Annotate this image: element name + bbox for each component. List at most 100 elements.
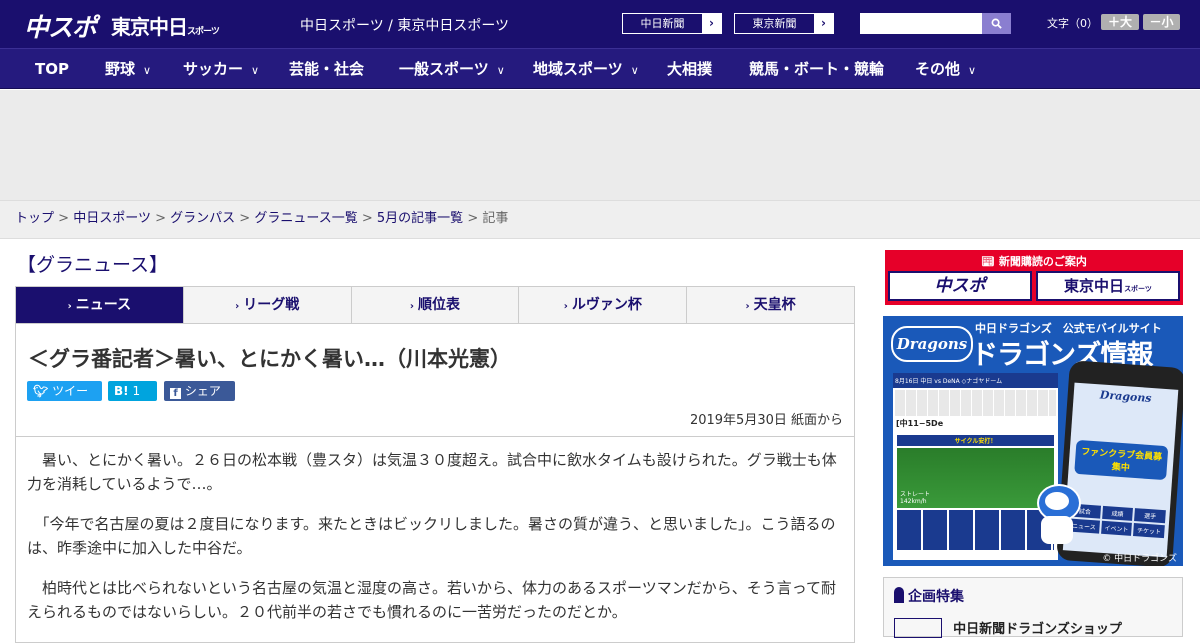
tab-news[interactable]: › ニュース	[16, 287, 183, 323]
nav-item-label: 一般スポーツ	[399, 60, 489, 78]
subscribe-tokyo-chunichi[interactable]: 東京中日スポーツ	[1036, 271, 1180, 301]
breadcrumb-link-grampus[interactable]: グランパス	[170, 211, 235, 226]
tokyo-chunichi-logo-text: 東京中日	[111, 15, 188, 39]
font-smaller-button[interactable]: －小	[1143, 14, 1180, 30]
nav-item-label: TOP	[35, 60, 69, 78]
inning-grid	[895, 390, 1056, 416]
hatena-count: 1	[132, 384, 141, 398]
search-input[interactable]	[860, 13, 982, 34]
nav-item-other[interactable]: その他 ∨	[915, 49, 976, 89]
subscription-heading-text: 新聞購読のご案内	[998, 255, 1087, 268]
facebook-share-count: 0	[170, 404, 178, 418]
nav-item-soccer[interactable]: サッカー ∨	[183, 49, 259, 89]
tab-league[interactable]: › リーグ戦	[182, 287, 351, 323]
tab-label: ニュース	[75, 297, 132, 313]
tokyo-shimbun-link[interactable]: 東京新聞 ›	[734, 13, 834, 34]
tab-label: ルヴァン杯	[571, 297, 642, 313]
article-date: 2019年5月30日 紙面から	[689, 413, 843, 428]
breadcrumb-link-chunichi-sports[interactable]: 中日スポーツ	[73, 211, 151, 226]
subscribe-tokyo-chunichi-text: 東京中日	[1064, 277, 1125, 295]
tab-label: 順位表	[418, 297, 461, 313]
site-names: 中日スポーツ / 東京中日スポーツ	[300, 18, 510, 34]
section-tabs: › ニュース › リーグ戦 › 順位表 › ルヴァン杯 › 天皇杯	[15, 286, 855, 324]
phone-menu-item: 選手	[1134, 508, 1166, 524]
dragons-mobile-ad[interactable]: Dragons 中日ドラゴンズ 公式モバイルサイト ドラゴンズ情報 8月16日 …	[883, 316, 1183, 566]
nav-item-regional-sports[interactable]: 地域スポーツ ∨	[533, 49, 639, 89]
chunichi-shimbun-label: 中日新聞	[640, 17, 685, 30]
breadcrumb-link-may-articles[interactable]: 5月の記事一覧	[377, 211, 463, 226]
nav-item-label: サッカー	[183, 60, 244, 78]
nav-item-sumo[interactable]: 大相撲	[667, 49, 712, 89]
nav-item-label: 競馬・ボート・競輪	[749, 60, 885, 78]
hatena-bookmark-button[interactable]: B! 1	[108, 381, 157, 401]
phone-dragons-logo: Dragons	[1099, 388, 1152, 405]
chevron-down-icon: ∨	[496, 64, 505, 77]
breadcrumb: トップ > 中日スポーツ > グランパス > グラニュース一覧 > 5月の記事一…	[0, 200, 1200, 239]
breadcrumb-separator: >	[361, 211, 373, 226]
nav-item-label: 地域スポーツ	[533, 60, 623, 78]
fanclub-banner: ファンクラブ会員募集中	[1074, 439, 1169, 481]
ribbon-icon	[894, 587, 904, 603]
twitter-icon: 🐦︎	[33, 384, 49, 398]
breadcrumb-link-top[interactable]: トップ	[15, 211, 54, 226]
chunichi-sports-logo[interactable]: 中スポ	[24, 8, 97, 44]
font-size-label: 文字（0）	[1047, 17, 1098, 30]
article-paragraph: 「今年で名古屋の夏は２度目になります。来たときはビックリしました。暑さの質が違う…	[27, 515, 836, 557]
game-info: 8月16日 中日 vs DeNA ◇ナゴヤドーム	[893, 373, 1058, 388]
tab-emperors-cup[interactable]: › 天皇杯	[686, 287, 854, 323]
dragons-copyright: © 中日ドラゴンズ	[1102, 554, 1177, 564]
tweet-button[interactable]: 🐦︎ ツイート	[27, 381, 102, 418]
cycle-hit-banner: サイクル安打！	[897, 435, 1054, 446]
pitch-type: ストレート	[900, 491, 931, 498]
font-larger-button[interactable]: ＋大	[1101, 14, 1139, 30]
tokyo-chunichi-logo-suffix: スポーツ	[187, 27, 220, 37]
nav-item-baseball[interactable]: 野球 ∨	[105, 49, 151, 89]
top-header: 中スポ 東京中日スポーツ 中日スポーツ / 東京中日スポーツ 中日新聞 › 東京…	[0, 0, 1200, 48]
chevron-right-icon: ›	[563, 301, 568, 312]
subscription-banner[interactable]: 📰︎ 新聞購読のご案内 中スポ 東京中日スポーツ	[885, 250, 1183, 305]
nav-item-label: 野球	[105, 60, 136, 78]
nav-item-label: その他	[915, 60, 961, 78]
tab-standings[interactable]: › 順位表	[350, 287, 519, 323]
score-line: [中11−5De	[896, 418, 1055, 429]
phone-menu-item: イベント	[1100, 520, 1133, 536]
search-button[interactable]	[982, 13, 1011, 34]
section-title: 【グラニュース】	[17, 254, 169, 276]
hatena-icon: B!	[114, 384, 129, 398]
nav-item-top[interactable]: TOP	[35, 49, 69, 89]
tab-levain-cup[interactable]: › ルヴァン杯	[518, 287, 686, 323]
subscribe-tokyo-chunichi-suffix: スポーツ	[1124, 285, 1152, 293]
tab-label: 天皇杯	[753, 297, 796, 313]
chevron-right-icon: ›	[745, 301, 750, 312]
tokyo-shimbun-label: 東京新聞	[752, 17, 797, 30]
main-nav: TOP 野球 ∨ サッカー ∨ 芸能・社会 一般スポーツ ∨ 地域スポーツ ∨ 大相撲 …	[0, 48, 1200, 89]
breadcrumb-separator: >	[467, 211, 479, 226]
phone-menu-item: チケット	[1133, 523, 1165, 539]
chevron-right-icon: ›	[235, 301, 240, 312]
chevron-down-icon: ∨	[251, 64, 260, 77]
article-paragraph: 暑い、とにかく暑い。２６日の松本戦（豊スタ）は気温３０度超え。試合中に飲水タイム…	[27, 451, 837, 493]
breadcrumb-link-news-list[interactable]: グラニュース一覧	[254, 211, 357, 226]
planning-item[interactable]: 中日新聞ドラゴンズショップ	[894, 618, 1174, 638]
pitch-speed: 142km/h	[900, 498, 927, 505]
article: ＜グラ番記者＞暑い、とにかく暑い…（川本光憲） 🐦︎ ツイート B! 1 f シ…	[15, 323, 855, 643]
chevron-right-icon: ›	[702, 14, 721, 33]
ad-banner-area	[0, 90, 1200, 200]
chunichi-shimbun-link[interactable]: 中日新聞 ›	[622, 13, 722, 34]
nav-item-general-sports[interactable]: 一般スポーツ ∨	[399, 49, 505, 89]
chevron-down-icon: ∨	[143, 64, 152, 77]
subscribe-chunichi-sports[interactable]: 中スポ	[888, 271, 1032, 301]
article-headline: ＜グラ番記者＞暑い、とにかく暑い…（川本光憲）	[28, 347, 511, 371]
pitch-readout: ストレート 142km/h	[900, 491, 930, 505]
nav-item-entertainment[interactable]: 芸能・社会	[289, 49, 364, 89]
breadcrumb-separator: >	[58, 211, 70, 226]
tokyo-chunichi-sports-logo[interactable]: 東京中日スポーツ	[111, 11, 220, 40]
nav-item-racing[interactable]: 競馬・ボート・競輪	[749, 49, 884, 89]
facebook-share-label: シェア	[184, 384, 221, 398]
dragons-logo: Dragons	[891, 326, 973, 362]
breadcrumb-current: 記事	[482, 211, 509, 226]
subscription-heading: 📰︎ 新聞購読のご案内	[885, 253, 1183, 269]
facebook-icon: f	[170, 388, 181, 399]
facebook-share-button[interactable]: f シェア 0	[164, 381, 235, 418]
article-paragraph: 柏時代とは比べられないという名古屋の気温と湿度の高さ。若いから、体力のあるスポー…	[27, 579, 836, 621]
